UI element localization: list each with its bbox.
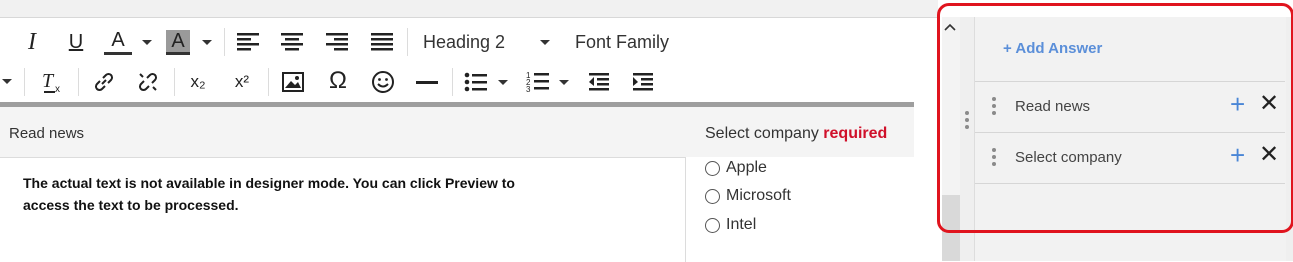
svg-text:T: T: [42, 70, 55, 92]
link-icon[interactable]: [92, 70, 116, 94]
choice-option-apple[interactable]: Apple: [705, 159, 767, 177]
text-block-title: Read news: [9, 125, 85, 142]
align-justify-icon[interactable]: [370, 32, 394, 52]
choice-option-intel[interactable]: Intel: [705, 216, 756, 234]
drag-handle-icon[interactable]: [992, 148, 996, 169]
font-color-button[interactable]: A: [104, 28, 132, 55]
font-color-dropdown-icon[interactable]: [142, 40, 152, 45]
svg-text:3: 3: [526, 85, 531, 92]
answer-row-read-news[interactable]: Read news + ✕: [975, 81, 1285, 132]
bullet-list-dropdown-icon[interactable]: [498, 80, 508, 85]
unlink-icon[interactable]: [136, 70, 160, 94]
heading-select[interactable]: Heading 2: [423, 32, 505, 53]
choice-option-microsoft[interactable]: Microsoft: [705, 187, 791, 205]
font-family-select[interactable]: Font Family: [575, 32, 669, 53]
choice-option-label: Intel: [726, 216, 757, 233]
toolbar-divider: [268, 68, 269, 96]
add-answer-button[interactable]: + Add Answer: [1003, 40, 1102, 57]
numbered-list-icon[interactable]: 1 2 3: [526, 70, 550, 92]
underline-button[interactable]: U: [62, 28, 90, 56]
drag-handle-icon[interactable]: [992, 97, 996, 118]
toolbar-divider: [78, 68, 79, 96]
choice-option-label: Microsoft: [726, 187, 791, 204]
choice-option-label: Apple: [726, 159, 767, 176]
choice-question-label: Select company required: [705, 125, 887, 143]
highlight-dropdown-icon[interactable]: [202, 40, 212, 45]
toolbar-divider: [452, 68, 453, 96]
indent-icon[interactable]: [632, 72, 654, 92]
horizontal-line-icon[interactable]: [415, 80, 439, 86]
required-badge: required: [823, 125, 888, 142]
add-icon[interactable]: +: [1230, 91, 1245, 117]
radio-button[interactable]: [705, 160, 720, 176]
numbered-list-dropdown-icon[interactable]: [559, 80, 569, 85]
top-strip: [0, 0, 938, 17]
image-icon[interactable]: [282, 72, 304, 92]
radio-button[interactable]: [705, 217, 720, 233]
editor-gutter: [914, 102, 938, 261]
emoji-icon[interactable]: [371, 70, 395, 94]
subscript-button[interactable]: x₂: [184, 68, 212, 96]
heading-dropdown-icon[interactable]: [540, 40, 550, 45]
more-dropdown-icon[interactable]: [2, 79, 12, 84]
align-left-icon[interactable]: [236, 32, 260, 52]
align-right-icon[interactable]: [325, 32, 349, 52]
bullet-list-icon[interactable]: [464, 72, 488, 92]
toolbar-divider: [174, 68, 175, 96]
panel-drag-handle-icon[interactable]: [965, 111, 969, 132]
designer-mode-notice: The actual text is not available in desi…: [23, 175, 515, 213]
outdent-icon[interactable]: [588, 72, 610, 92]
close-icon[interactable]: ✕: [1259, 91, 1279, 117]
answer-row-select-company[interactable]: Select company + ✕: [975, 132, 1285, 184]
toolbar-divider: [407, 28, 408, 56]
scrollbar-thumb[interactable]: [942, 195, 960, 261]
toolbar-divider: [24, 68, 25, 96]
choice-question-text: Select company: [705, 125, 819, 142]
scroll-up-icon[interactable]: [944, 23, 956, 31]
radio-button[interactable]: [705, 188, 720, 204]
answer-label: Select company: [1015, 149, 1122, 166]
align-center-icon[interactable]: [280, 32, 304, 52]
add-icon[interactable]: +: [1230, 142, 1245, 168]
highlight-color-button[interactable]: A: [166, 30, 190, 55]
clear-formatting-icon[interactable]: T x: [40, 69, 66, 95]
svg-text:x: x: [55, 84, 60, 95]
toolbar-divider: [224, 28, 225, 56]
close-icon[interactable]: ✕: [1259, 142, 1279, 168]
answer-label: Read news: [1015, 98, 1091, 115]
italic-button[interactable]: I: [18, 28, 46, 56]
editor-toolbar: I U A A Heading 2 Font Family T x x₂ x²: [0, 17, 938, 103]
omega-button[interactable]: Ω: [324, 67, 352, 95]
superscript-button[interactable]: x²: [228, 68, 256, 96]
